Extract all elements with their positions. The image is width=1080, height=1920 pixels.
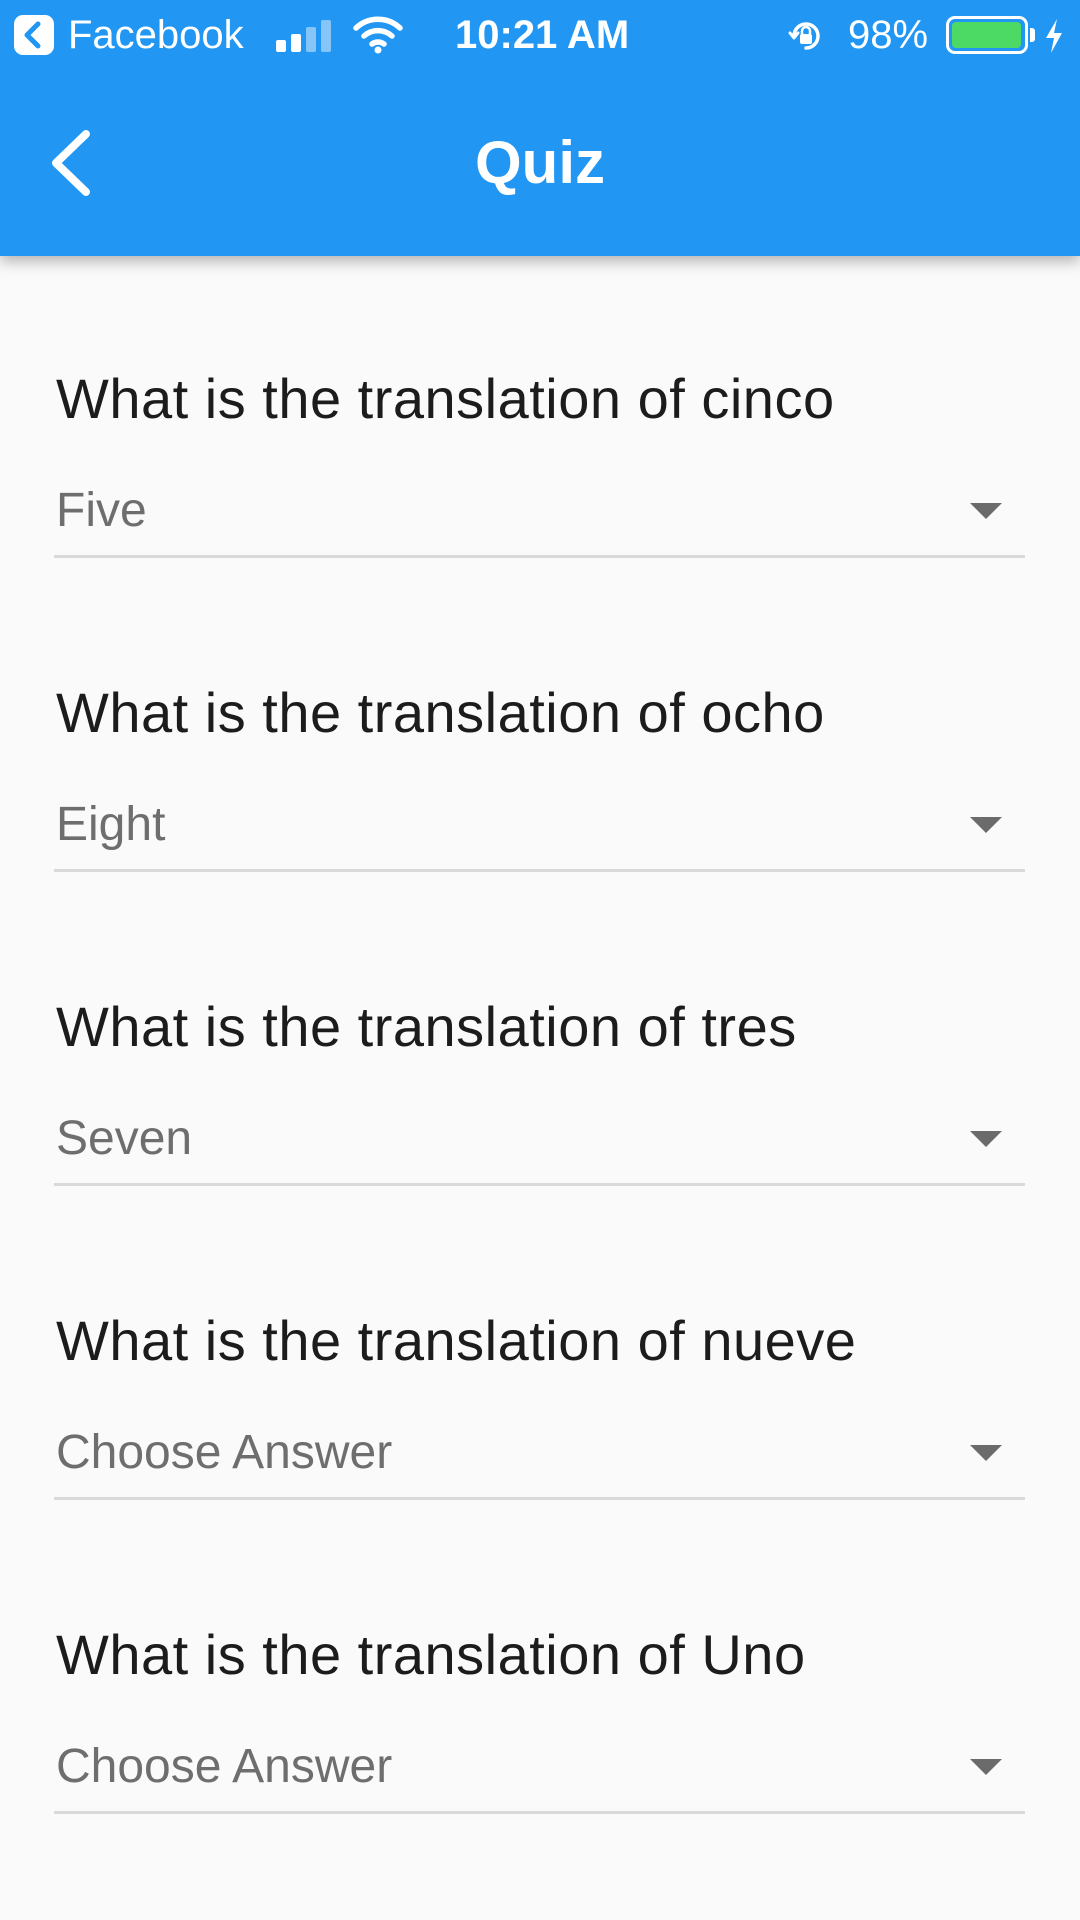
question-prompt: What is the translation of nueve [56,1309,857,1372]
question-item: What is the translation of tres Seven [0,884,1080,1198]
caret-down-icon [968,814,1004,836]
status-bar: Facebook 10:21 AM 98% [0,0,1080,70]
question-item: What is the translation of nueve Choose … [0,1198,1080,1512]
dropdown-underline [54,555,1025,558]
app-header: Facebook 10:21 AM 98% Quiz [0,0,1080,256]
charging-bolt-icon [1042,16,1066,56]
wifi-icon [352,14,404,54]
question-item: What is the translation of Uno Choose An… [0,1512,1080,1826]
cellular-signal-icon [276,18,336,52]
dropdown-underline [54,1183,1025,1186]
back-to-app-icon[interactable] [14,15,54,55]
page-title: Quiz [475,129,605,196]
answer-dropdown[interactable]: Seven [54,1102,1025,1198]
signal-bar [306,27,316,52]
dropdown-underline [54,869,1025,872]
orientation-lock-icon [786,16,826,56]
dropdown-selected-value: Choose Answer [56,1740,393,1793]
dropdown-underline [54,1811,1025,1814]
question-item: What is the translation of cinco Five [0,256,1080,570]
answer-dropdown[interactable]: Choose Answer [54,1416,1025,1512]
caret-down-icon [968,1442,1004,1464]
answer-dropdown[interactable]: Eight [54,788,1025,884]
battery-icon [946,16,1028,54]
question-prompt: What is the translation of cinco [56,367,835,430]
battery-level-fill [952,22,1021,48]
back-to-app-label[interactable]: Facebook [68,12,244,58]
question-item: What is the translation of ocho Eight [0,570,1080,884]
quiz-screen: Facebook 10:21 AM 98% Quiz What is the t… [0,0,1080,1920]
dropdown-selected-value: Seven [56,1112,193,1165]
question-prompt: What is the translation of Uno [56,1623,806,1686]
question-prompt: What is the translation of ocho [56,681,825,744]
status-time: 10:21 AM [455,13,630,57]
caret-down-icon [968,500,1004,522]
signal-bar [276,40,286,52]
caret-down-icon [968,1756,1004,1778]
answer-dropdown[interactable]: Five [54,474,1025,570]
dropdown-selected-value: Five [56,484,147,537]
signal-bar [321,20,331,52]
dropdown-selected-value: Choose Answer [56,1426,393,1479]
caret-down-icon [968,1128,1004,1150]
answer-dropdown[interactable]: Choose Answer [54,1730,1025,1826]
battery-percentage: 98% [848,13,929,57]
question-prompt: What is the translation of tres [56,995,797,1058]
dropdown-underline [54,1497,1025,1500]
battery-terminal [1030,28,1035,42]
signal-bar [291,34,301,52]
dropdown-selected-value: Eight [56,798,166,851]
